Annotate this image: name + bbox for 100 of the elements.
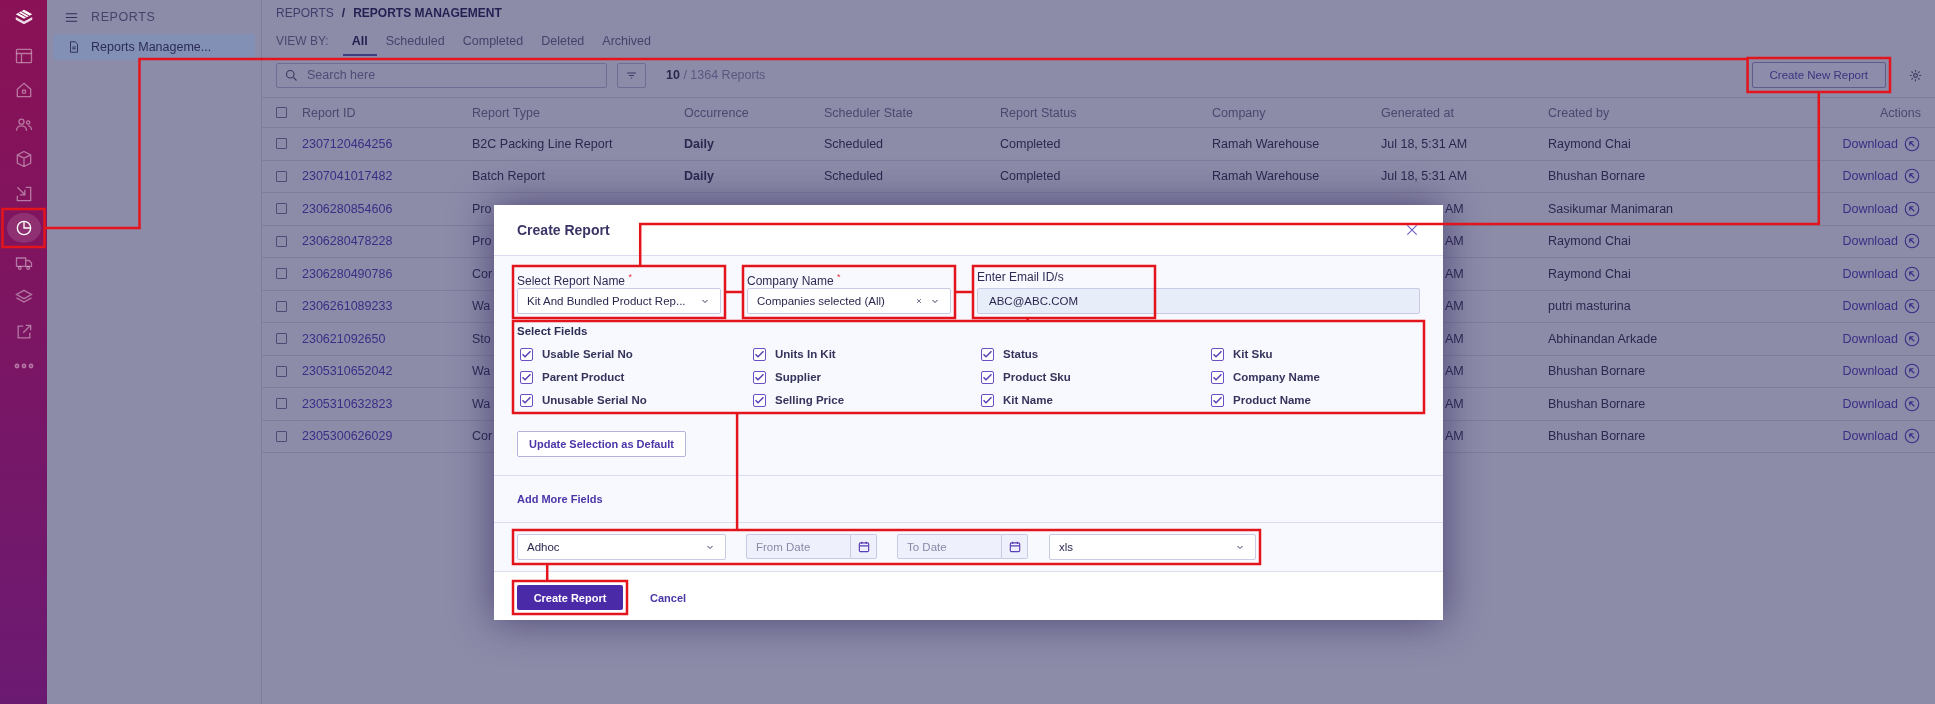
column-header: Generated at xyxy=(1381,105,1455,120)
select-field[interactable]: Companies selected (All) xyxy=(747,288,951,314)
filter-tab[interactable]: All xyxy=(342,26,377,56)
cancel-link[interactable]: Cancel xyxy=(650,591,687,604)
report-link[interactable]: 2305310652042 xyxy=(302,364,393,379)
checkbox[interactable] xyxy=(276,333,287,345)
report-link[interactable]: 2306280854606 xyxy=(302,201,393,216)
checkbox[interactable] xyxy=(981,370,994,384)
checkbox[interactable] xyxy=(276,268,287,280)
checkbox[interactable] xyxy=(753,393,766,407)
calendar-button[interactable] xyxy=(851,534,877,559)
download-link[interactable]: Download xyxy=(1842,429,1898,444)
update-default-button[interactable]: Update Selection as Default xyxy=(517,431,686,457)
calendar-button[interactable] xyxy=(1002,534,1028,559)
table-cell: Pro xyxy=(472,201,492,216)
email-field[interactable]: ABC@ABC.COM xyxy=(977,288,1420,314)
section-title: REPORTS xyxy=(91,10,156,24)
checkbox[interactable] xyxy=(753,347,766,361)
checkbox[interactable] xyxy=(276,203,287,215)
checkmark-icon xyxy=(1213,373,1222,381)
report-link[interactable]: 2306280478228 xyxy=(302,234,393,249)
modal-title: Create Report xyxy=(517,222,610,238)
report-link[interactable]: 2307120464256 xyxy=(302,136,393,151)
column-header: Company xyxy=(1212,105,1267,120)
checkbox-label: Parent Product xyxy=(542,371,625,383)
table-cell: Bhushan Bornare xyxy=(1548,169,1646,184)
checkbox[interactable] xyxy=(1211,370,1224,384)
checkbox[interactable] xyxy=(276,138,287,150)
table-cell: Bhushan Bornare xyxy=(1548,364,1646,379)
download-link[interactable]: Download xyxy=(1842,299,1898,314)
checkbox[interactable] xyxy=(276,235,287,247)
checkbox[interactable] xyxy=(276,365,287,377)
checkbox[interactable] xyxy=(276,170,287,182)
calendar-icon xyxy=(1007,539,1022,554)
checkbox[interactable] xyxy=(981,347,994,361)
filter-tab[interactable]: Completed xyxy=(453,26,533,56)
filter-tab[interactable]: Archived xyxy=(593,26,660,56)
report-link[interactable]: 2307041017482 xyxy=(302,169,393,184)
subnav-item[interactable]: Reports Manageme... xyxy=(53,34,255,60)
download-link[interactable]: Download xyxy=(1842,201,1898,216)
checkbox-label: Status xyxy=(1003,348,1039,360)
checkmark-icon xyxy=(522,350,531,358)
column-header: Report Status xyxy=(1000,105,1078,120)
date-field[interactable]: To Date xyxy=(897,534,1002,559)
breadcrumb-separator: / xyxy=(341,6,346,20)
select-field[interactable]: Kit And Bundled Product Rep... xyxy=(517,288,721,314)
more-icon xyxy=(13,363,34,369)
checkbox[interactable] xyxy=(276,430,287,442)
checkbox[interactable] xyxy=(520,370,533,384)
table-cell: Raymond Chai xyxy=(1548,266,1631,281)
checkbox-label: Company Name xyxy=(1233,371,1320,383)
download-link[interactable]: Download xyxy=(1842,396,1898,411)
create-report-button[interactable]: Create Report xyxy=(517,585,623,610)
table-cell: Wa xyxy=(472,396,491,411)
checkbox[interactable] xyxy=(1211,347,1224,361)
select-field[interactable]: xls xyxy=(1049,534,1256,560)
checkbox-label: Product Name xyxy=(1233,394,1311,406)
add-more-fields-link[interactable]: Add More Fields xyxy=(517,493,603,505)
checkbox[interactable] xyxy=(1211,393,1224,407)
checkbox[interactable] xyxy=(981,393,994,407)
download-link[interactable]: Download xyxy=(1842,266,1898,281)
breadcrumb-item[interactable]: REPORTS xyxy=(276,6,334,20)
download-link[interactable]: Download xyxy=(1842,136,1898,151)
checkbox[interactable] xyxy=(276,300,287,312)
table-cell: B2C Packing Line Report xyxy=(472,136,613,151)
checkbox[interactable] xyxy=(520,347,533,361)
download-link[interactable]: Download xyxy=(1842,364,1898,379)
download-link[interactable]: Download xyxy=(1842,169,1898,184)
checkbox[interactable] xyxy=(276,107,287,118)
date-field[interactable]: From Date xyxy=(746,534,851,559)
download-link[interactable]: Download xyxy=(1842,331,1898,346)
checkbox-label: Product Sku xyxy=(1003,371,1071,383)
report-link[interactable]: 2305300626029 xyxy=(302,429,393,444)
report-link[interactable]: 2306280490786 xyxy=(302,266,393,281)
filter-tab[interactable]: Scheduled xyxy=(376,26,454,56)
report-link[interactable]: 2306261089233 xyxy=(302,299,393,314)
filter-button[interactable] xyxy=(617,62,646,88)
select-field[interactable]: Adhoc xyxy=(517,534,726,560)
calendar-icon xyxy=(856,539,871,554)
table-cell: Daily xyxy=(684,169,714,184)
report-link[interactable]: 230621092650 xyxy=(302,331,386,346)
close-button[interactable] xyxy=(1404,222,1420,238)
clear-icon[interactable] xyxy=(915,297,923,305)
nav-button[interactable] xyxy=(6,213,41,243)
table-cell: Bhushan Bornare xyxy=(1548,429,1646,444)
table-cell: Scheduled xyxy=(824,136,884,151)
table-cell: Raymond Chai xyxy=(1548,136,1631,151)
report-link[interactable]: 2305310632823 xyxy=(302,396,393,411)
checkbox[interactable] xyxy=(276,398,287,410)
search-field[interactable]: Search here xyxy=(276,62,607,88)
download-link[interactable]: Download xyxy=(1842,234,1898,249)
checkmark-icon xyxy=(983,350,992,358)
create-new-report-button[interactable]: Create New Report xyxy=(1751,62,1886,88)
column-header: Actions xyxy=(1880,105,1921,120)
callout-line xyxy=(545,564,549,581)
table-cell: Scheduled xyxy=(824,169,884,184)
checkbox[interactable] xyxy=(520,393,533,407)
filter-tab[interactable]: Deleted xyxy=(532,26,594,56)
checkbox[interactable] xyxy=(753,370,766,384)
breadcrumb-item: REPORTS MANAGEMENT xyxy=(353,6,502,20)
